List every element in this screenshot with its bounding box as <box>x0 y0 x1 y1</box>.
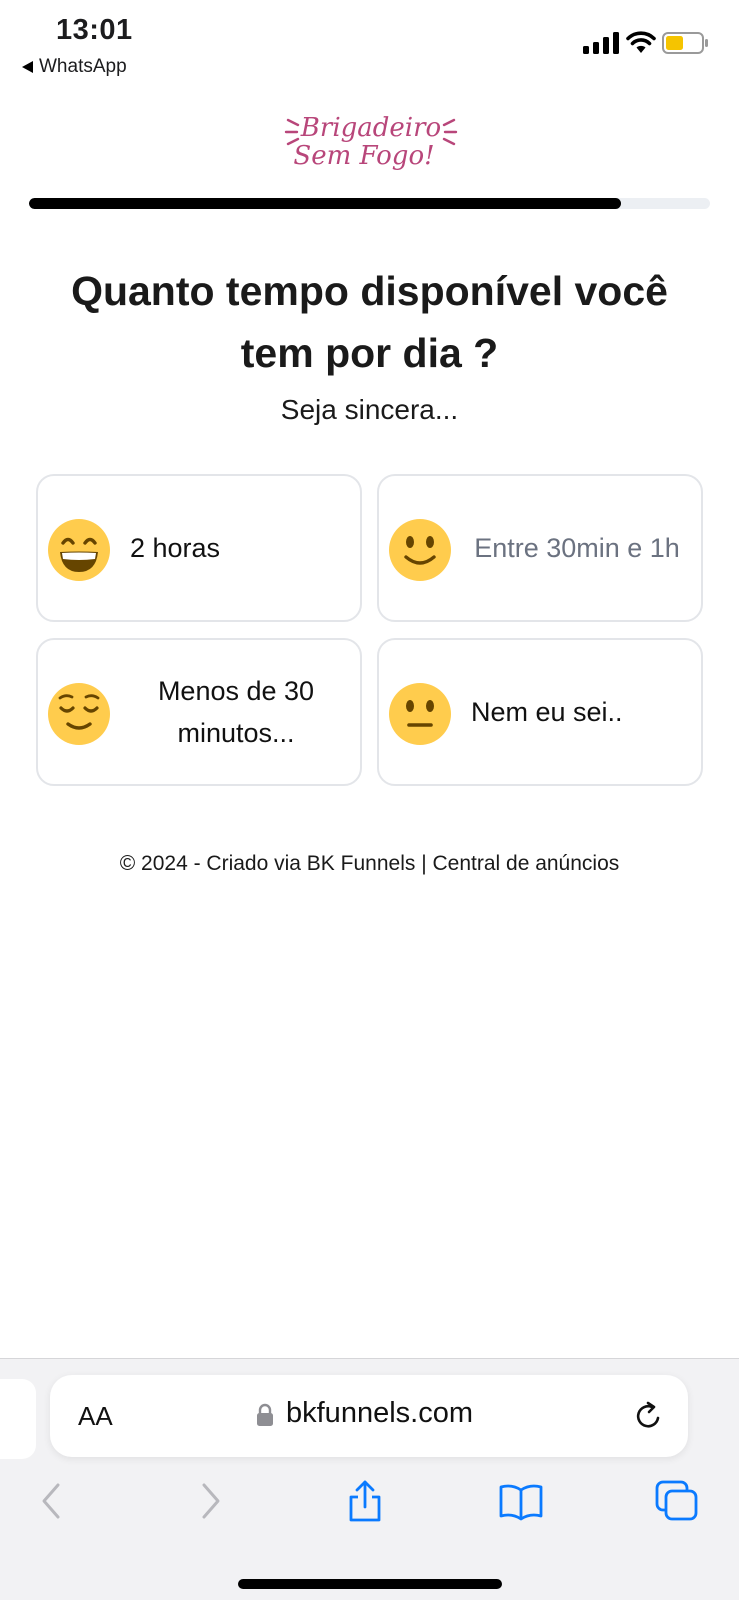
option-nem-eu-sei[interactable]: Nem eu sei.. <box>377 638 703 786</box>
reload-icon[interactable] <box>632 1400 664 1432</box>
back-to-app-link[interactable]: WhatsApp <box>22 56 127 78</box>
option-label: Nem eu sei.. <box>471 697 623 727</box>
text-size-button[interactable]: AA <box>78 1401 113 1432</box>
option-2-horas[interactable]: 2 horas <box>36 474 362 622</box>
question-title: Quanto tempo disponível você tem por dia… <box>71 268 668 376</box>
option-entre-30min-e-1h[interactable]: Entre 30min e 1h <box>377 474 703 622</box>
forward-icon[interactable] <box>186 1479 232 1523</box>
logo-line1: Brigadeiro <box>300 113 441 143</box>
previous-tab-peek[interactable] <box>0 1379 36 1459</box>
back-app-label: WhatsApp <box>39 56 127 77</box>
address-bar[interactable]: AA bkfunnels.com <box>50 1375 688 1457</box>
url-text: bkfunnels.com <box>286 1397 473 1429</box>
cellular-signal-icon <box>583 32 619 54</box>
neutral-face-emoji-icon <box>389 683 451 745</box>
slightly-smiling-emoji-icon <box>389 519 451 581</box>
option-label: Entre 30min e 1h <box>474 533 680 563</box>
bookmarks-icon[interactable] <box>498 1479 544 1523</box>
tabs-icon[interactable] <box>654 1479 700 1523</box>
status-bar: 13:01 WhatsApp <box>0 0 739 90</box>
relieved-emoji-icon <box>48 683 110 745</box>
back-icon[interactable] <box>30 1479 76 1523</box>
progress-fill <box>29 198 622 209</box>
grinning-smiling-eyes-emoji-icon <box>48 519 110 581</box>
question-subtitle: Seja sincera... <box>280 394 459 425</box>
brand-logo: Brigadeiro Sem Fogo! <box>284 113 458 171</box>
status-time: 13:01 <box>56 14 133 46</box>
logo-line2: Sem Fogo! <box>293 141 434 171</box>
progress-bar <box>29 198 710 209</box>
browser-toolbar: AA bkfunnels.com <box>0 1358 739 1600</box>
battery-icon <box>662 32 708 54</box>
footer-text: © 2024 - Criado via BK Funnels | Central… <box>119 852 620 875</box>
lock-icon <box>257 1403 273 1426</box>
option-menos-de-30-minutos[interactable]: Menos de 30 minutos... <box>36 638 362 786</box>
option-label: Menos de 30 minutos... <box>157 676 315 748</box>
back-triangle-icon <box>22 61 33 73</box>
share-icon[interactable] <box>342 1479 388 1523</box>
wifi-icon <box>626 31 656 53</box>
option-label: 2 horas <box>130 533 221 563</box>
home-indicator <box>238 1579 502 1589</box>
